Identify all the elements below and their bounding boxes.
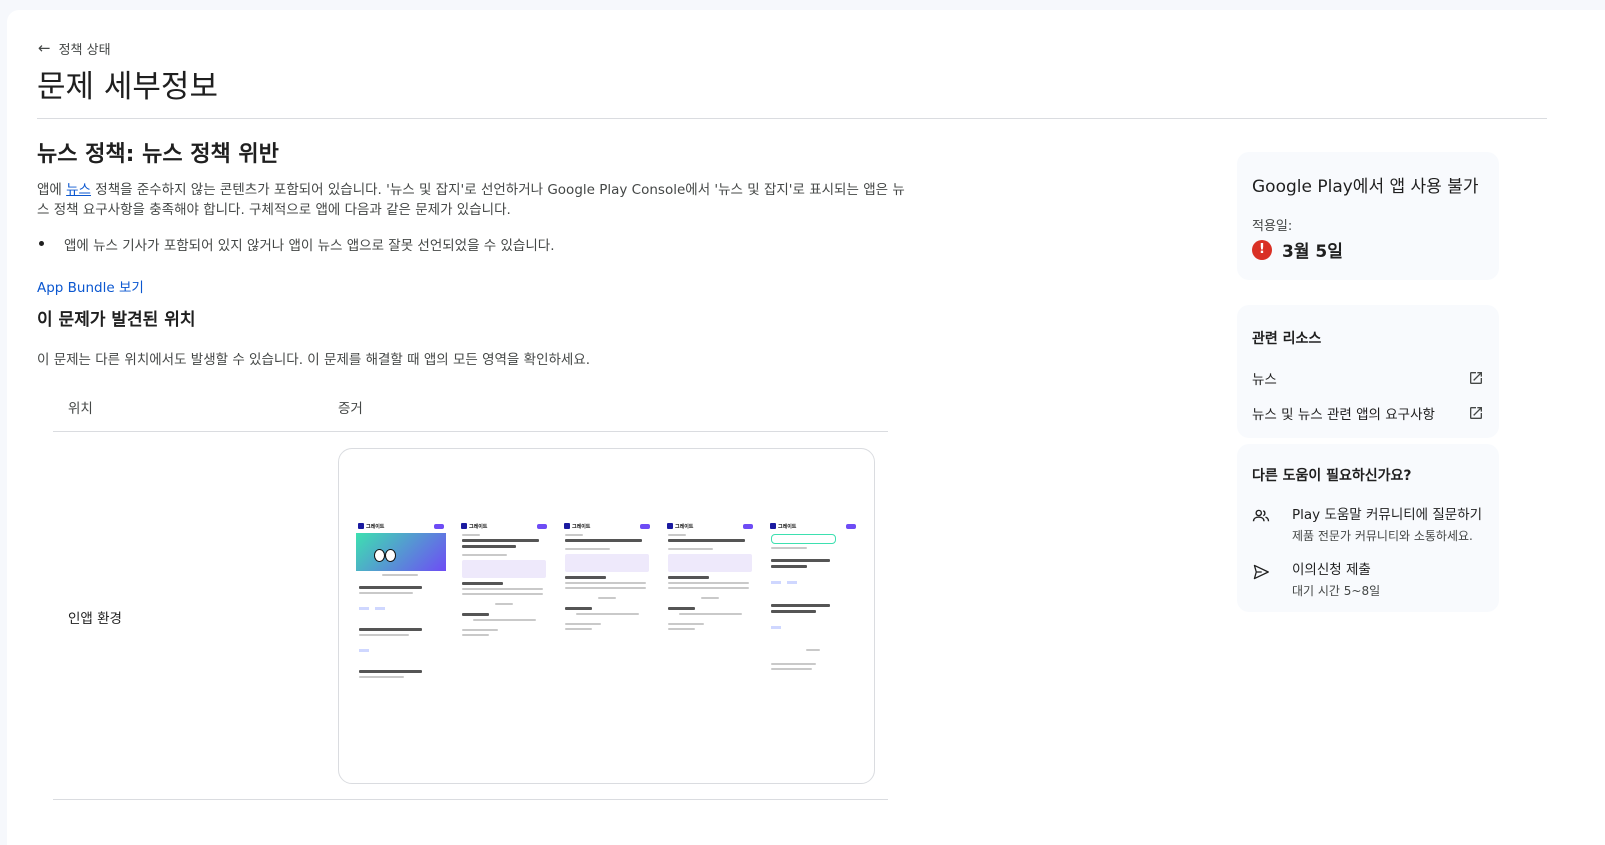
location-title: 이 문제가 발견된 위치 <box>37 310 196 330</box>
main-card: ← 정책 상태 문제 세부정보 뉴스 정책: 뉴스 정책 위반 앱에 뉴스 정책… <box>7 10 1605 845</box>
page-title: 문제 세부정보 <box>37 69 218 105</box>
help-title: 다른 도움이 필요하신가요? <box>1252 468 1412 484</box>
column-header-location: 위치 <box>68 401 93 417</box>
back-link-label: 정책 상태 <box>58 43 111 58</box>
applied-date: ! 3월 5일 <box>1252 237 1343 262</box>
thumb-app-name: 그레이트 <box>469 523 488 530</box>
table-divider <box>53 799 888 800</box>
evidence-thumbnail: 그레이트 <box>665 521 755 711</box>
applied-date-label: 적용일: <box>1252 219 1293 234</box>
resources-card: 관련 리소스 뉴스 뉴스 및 뉴스 관련 앱의 요구사항 <box>1237 305 1499 438</box>
send-icon <box>1253 564 1269 580</box>
open-in-new-icon <box>1470 407 1482 419</box>
evidence-thumbnail: 그레이트 <box>356 521 446 711</box>
table-divider <box>53 431 888 432</box>
resource-link-label: 뉴스 <box>1252 372 1277 388</box>
error-icon: ! <box>1252 239 1272 260</box>
news-policy-link[interactable]: 뉴스 <box>66 182 91 198</box>
thumb-app-name: 그레이트 <box>778 523 797 530</box>
issue-bullet-text: 앱에 뉴스 기사가 포함되어 있지 않거나 앱이 뉴스 앱으로 잘못 선언되었을… <box>64 238 555 254</box>
location-description: 이 문제는 다른 위치에서도 발생할 수 있습니다. 이 문제를 해결할 때 앱… <box>37 352 591 368</box>
open-in-new-icon <box>1470 372 1482 384</box>
thumb-app-name: 그레이트 <box>675 523 694 530</box>
evidence-thumbnail: 그레이트 <box>768 521 858 711</box>
appeal-link[interactable]: 이의신청 제출 대기 시간 5~8일 <box>1252 558 1380 599</box>
issue-bullet: 앱에 뉴스 기사가 포함되어 있지 않거나 앱이 뉴스 앱으로 잘못 선언되었을… <box>37 234 897 254</box>
issue-desc-prefix: 앱에 <box>37 182 67 198</box>
appeal-title: 이의신청 제출 <box>1292 562 1371 578</box>
community-subtitle: 제품 전문가 커뮤니티와 소통하세요. <box>1292 529 1473 543</box>
appeal-subtitle: 대기 시간 5~8일 <box>1292 584 1381 598</box>
community-link[interactable]: Play 도움말 커뮤니티에 질문하기 제품 전문가 커뮤니티와 소통하세요. <box>1252 503 1482 544</box>
thumb-app-name: 그레이트 <box>572 523 591 530</box>
resource-link-label: 뉴스 및 뉴스 관련 앱의 요구사항 <box>1252 407 1435 423</box>
people-icon <box>1252 509 1270 522</box>
status-title: Google Play에서 앱 사용 불가 <box>1252 177 1479 197</box>
table-cell-location: 인앱 환경 <box>68 611 122 627</box>
resource-link-news-requirements[interactable]: 뉴스 및 뉴스 관련 앱의 요구사항 <box>1252 403 1484 423</box>
status-card: Google Play에서 앱 사용 불가 적용일: ! 3월 5일 <box>1237 152 1499 280</box>
resource-link-news[interactable]: 뉴스 <box>1252 368 1484 388</box>
applied-date-value: 3월 5일 <box>1282 242 1343 262</box>
back-link[interactable]: ← 정책 상태 <box>38 39 111 59</box>
view-app-bundle-link[interactable]: App Bundle 보기 <box>37 276 144 296</box>
thumb-app-name: 그레이트 <box>366 523 385 530</box>
evidence-thumbnail: 그레이트 <box>562 521 652 711</box>
issue-desc-suffix: 정책을 준수하지 않는 콘텐츠가 포함되어 있습니다. '뉴스 및 잡지'로 선… <box>37 182 905 218</box>
evidence-thumbnail: 그레이트 <box>459 521 549 711</box>
bullet-dot <box>39 241 44 246</box>
community-title: Play 도움말 커뮤니티에 질문하기 <box>1292 507 1483 523</box>
column-header-evidence: 증거 <box>338 401 363 417</box>
arrow-left-icon: ← <box>38 39 51 57</box>
resources-title: 관련 리소스 <box>1252 331 1322 347</box>
issue-description: 앱에 뉴스 정책을 준수하지 않는 콘텐츠가 포함되어 있습니다. '뉴스 및 … <box>37 180 907 220</box>
help-card: 다른 도움이 필요하신가요? Play 도움말 커뮤니티에 질문하기 제품 전문… <box>1237 444 1499 612</box>
issue-title: 뉴스 정책: 뉴스 정책 위반 <box>37 142 279 167</box>
evidence-screenshot[interactable]: 그레이트 그레이트 그레이트 그레이트 그레이트 <box>338 448 875 784</box>
divider <box>37 118 1547 119</box>
